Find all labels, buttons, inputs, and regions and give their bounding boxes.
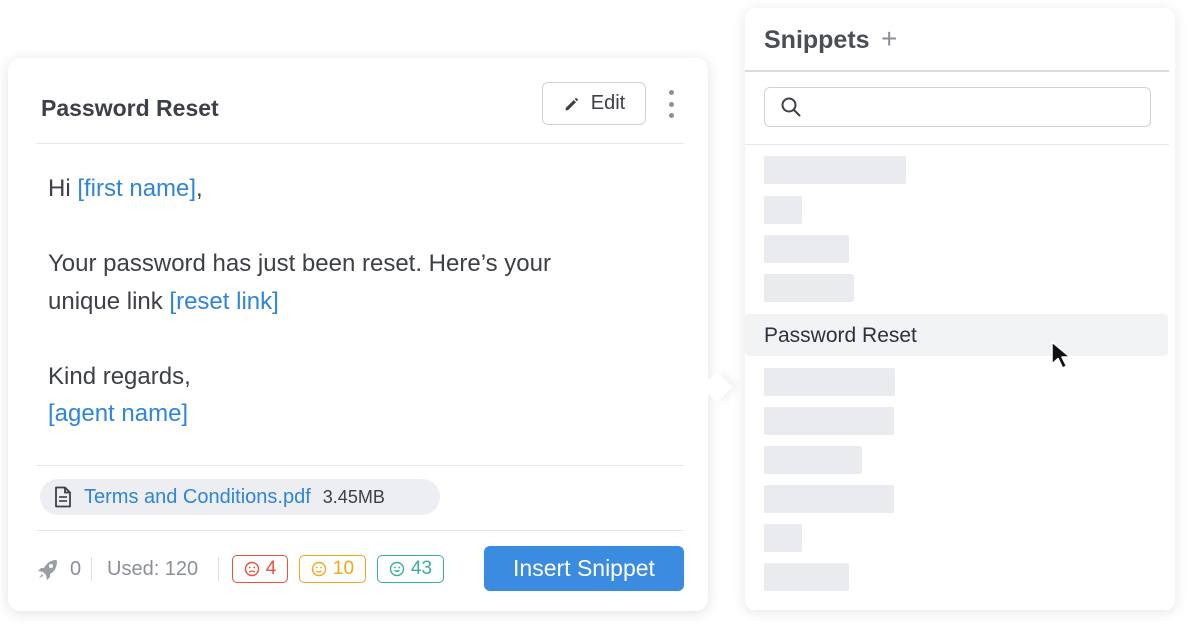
rating-happy-count: 43 (410, 558, 433, 579)
greeting-comma: , (196, 175, 203, 202)
snippet-list-item-placeholder[interactable] (764, 407, 894, 435)
rating-happy-badge[interactable]: 43 (377, 555, 444, 583)
snippets-header: Snippets + (745, 8, 1169, 72)
attachment-chip[interactable]: Terms and Conditions.pdf 3.45MB (40, 479, 440, 515)
mouse-cursor-icon (1051, 341, 1071, 369)
snippet-list-item-placeholder[interactable] (764, 196, 802, 224)
preview-title: Password Reset (41, 95, 219, 121)
snippets-title: Snippets (764, 26, 870, 54)
document-icon (55, 486, 71, 508)
preview-pointer-arrow (701, 371, 733, 403)
edit-button[interactable]: Edit (542, 82, 646, 125)
more-dot-icon (668, 101, 674, 107)
snippet-body: Hi [first name], Your password has just … (48, 170, 668, 433)
attachment-name: Terms and Conditions.pdf (84, 485, 311, 508)
body-line-link: unique link [reset link] (48, 283, 668, 321)
rating-neutral-badge[interactable]: 10 (299, 555, 366, 583)
rocket-icon (38, 560, 57, 580)
divider (218, 557, 219, 581)
snippet-list-item-label: Password Reset (764, 324, 917, 347)
greeting-text: Hi (48, 175, 78, 202)
neutral-face-icon (311, 561, 327, 577)
unique-link-text: unique link (48, 287, 170, 315)
search-input[interactable] (811, 88, 1145, 126)
search-icon (781, 97, 801, 117)
used-count: Used: 120 (107, 558, 199, 580)
snippet-list-item-placeholder[interactable] (764, 446, 862, 474)
snippet-list-item-placeholder[interactable] (764, 563, 849, 591)
divider (36, 465, 684, 466)
happy-face-icon (389, 561, 405, 577)
insert-snippet-button[interactable]: Insert Snippet (484, 546, 684, 591)
pencil-icon (565, 97, 579, 110)
snippet-list-item-active[interactable]: Password Reset (745, 314, 1168, 356)
first-name-variable: [first name] (77, 175, 197, 202)
snippet-search[interactable] (764, 87, 1151, 127)
more-dot-icon (668, 90, 674, 95)
rating-neutral-count: 10 (332, 558, 355, 579)
edit-button-label: Edit (590, 92, 626, 114)
add-snippet-button[interactable]: + (881, 22, 897, 56)
snippet-list-item-placeholder[interactable] (764, 156, 906, 184)
more-options-button[interactable] (664, 90, 678, 118)
divider (36, 530, 684, 531)
stage: Password Reset Edit Hi [first name], You… (0, 0, 1200, 634)
snippet-list-item-placeholder[interactable] (764, 368, 895, 396)
divider (745, 144, 1169, 145)
more-dot-icon (668, 113, 674, 118)
snippet-list-item-placeholder[interactable] (764, 235, 849, 263)
snippets-panel: Snippets + Password Reset (745, 8, 1175, 610)
snippet-list-item-placeholder[interactable] (764, 524, 802, 552)
agent-name-variable: [agent name] (48, 400, 189, 427)
rating-sad-count: 4 (265, 558, 277, 579)
sad-face-icon (244, 561, 259, 577)
rating-sad-badge[interactable]: 4 (232, 555, 288, 583)
body-closing: Kind regards, (48, 362, 191, 390)
snippet-list-item-placeholder[interactable] (764, 274, 854, 302)
preview-footer: 0 Used: 120 4 10 43 Insert Snippet (36, 546, 684, 592)
snippet-preview-card: Password Reset Edit Hi [first name], You… (8, 58, 733, 611)
reset-link-variable: [reset link] (169, 287, 279, 315)
attachment-size: 3.45MB (322, 486, 385, 507)
divider (91, 557, 92, 581)
snippet-list-item-placeholder[interactable] (764, 485, 894, 513)
body-greeting: Hi [first name], (48, 170, 668, 208)
rocket-count: 0 (70, 558, 82, 580)
body-line-reset: Your password has just been reset. Here’… (48, 250, 551, 277)
preview-header: Password Reset Edit (36, 58, 684, 144)
